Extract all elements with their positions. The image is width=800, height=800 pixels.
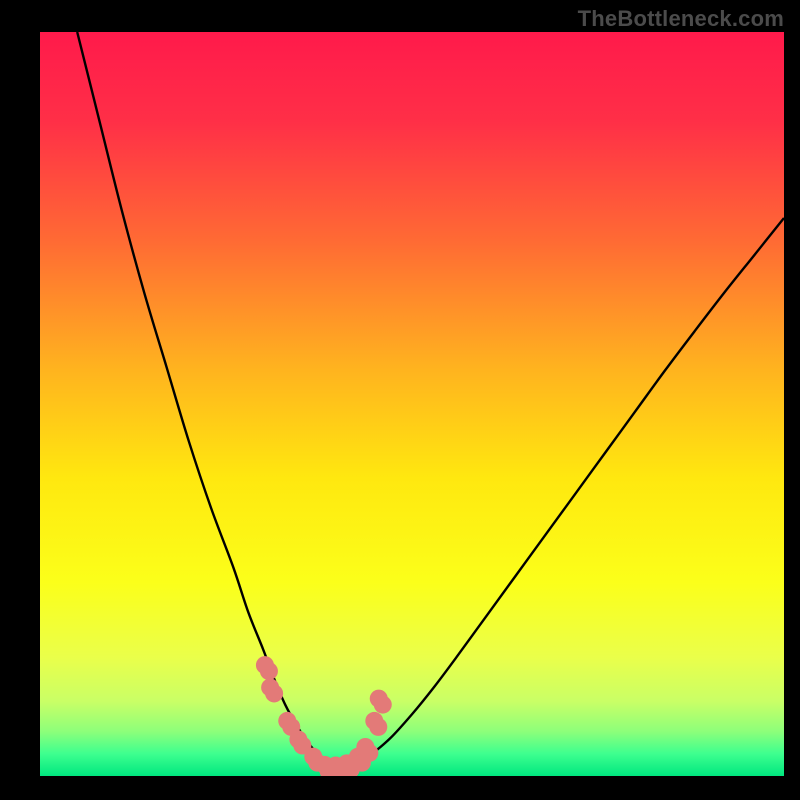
marker-dot bbox=[360, 744, 378, 762]
watermark-text: TheBottleneck.com bbox=[578, 6, 784, 32]
plot-area bbox=[40, 32, 784, 776]
marker-dot bbox=[260, 662, 278, 680]
marker-dot bbox=[265, 684, 283, 702]
chart-frame: TheBottleneck.com bbox=[0, 0, 800, 800]
highlight-markers bbox=[256, 656, 392, 776]
bottleneck-curve bbox=[77, 32, 784, 769]
curve-layer bbox=[40, 32, 784, 776]
marker-dot bbox=[374, 696, 392, 714]
marker-dot bbox=[369, 718, 387, 736]
